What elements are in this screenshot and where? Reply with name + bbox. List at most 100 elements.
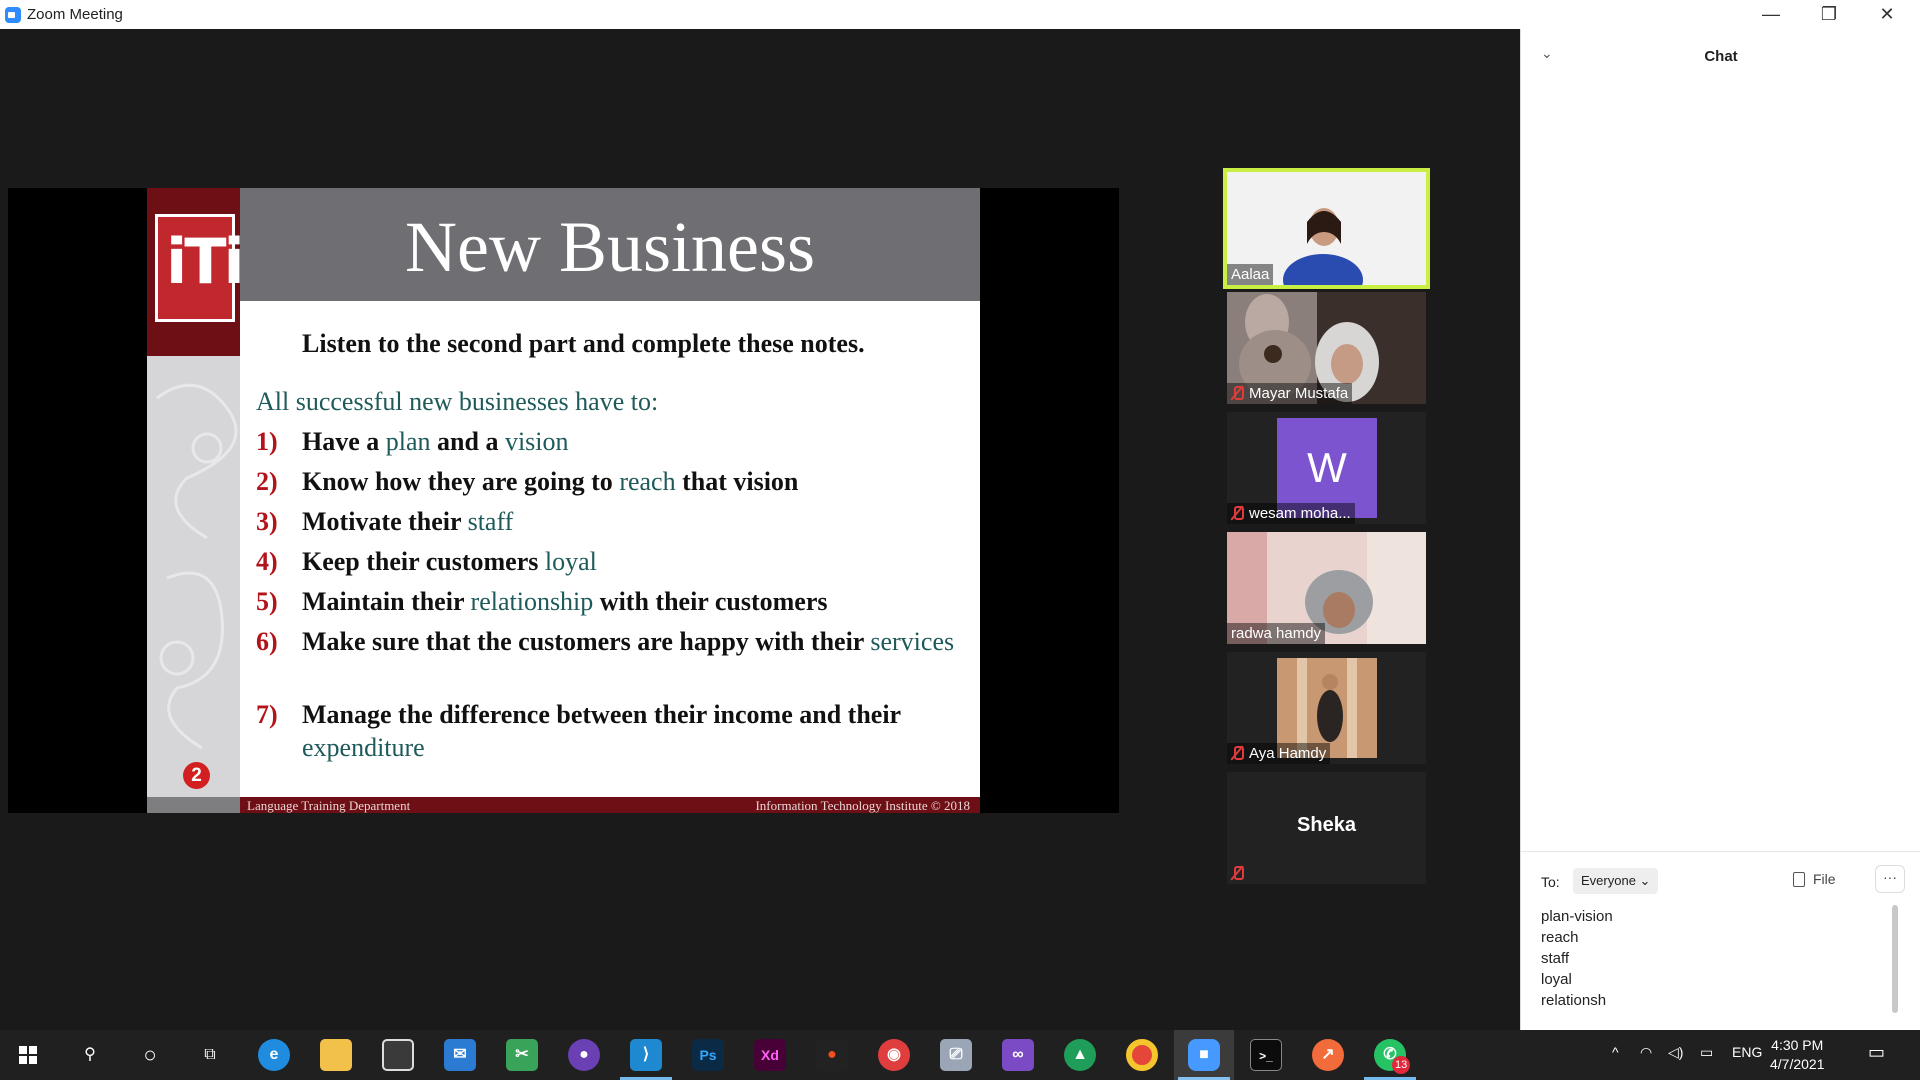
draft-line: reach xyxy=(1541,929,1579,946)
postman-icon[interactable]: ↗ xyxy=(1312,1039,1344,1071)
close-button[interactable]: ✕ xyxy=(1858,0,1916,29)
participant-mute-status xyxy=(1227,863,1253,884)
notifications-icon[interactable]: ▭ xyxy=(1868,1042,1885,1063)
participant-name: Aya Hamdy xyxy=(1227,743,1331,764)
logo-area: iTi xyxy=(147,188,245,356)
note-answer: services xyxy=(870,627,955,656)
task-view-icon[interactable]: ⧉ xyxy=(194,1039,226,1071)
clock[interactable]: 4:30 PM 4/7/2021 xyxy=(1770,1036,1825,1074)
slide-heading: All successful new businesses have to: xyxy=(256,387,659,416)
participant-tile[interactable]: Mayar Mustafa xyxy=(1227,292,1426,404)
adobe-xd-icon[interactable]: Xd xyxy=(754,1039,786,1071)
participant-tile[interactable]: W wesam moha... xyxy=(1227,412,1426,524)
remote-desktop-icon[interactable]: ⎚ xyxy=(940,1039,972,1071)
mail-icon[interactable]: ✉ xyxy=(444,1039,476,1071)
note-answer: vision xyxy=(504,427,569,456)
zoom-rooms-icon[interactable]: ◉ xyxy=(878,1039,910,1071)
note-answer: plan xyxy=(385,427,431,456)
chat-to-label: To: xyxy=(1541,874,1560,890)
footer-left-text: Language Training Department xyxy=(247,798,411,813)
chat-recipient-value: Everyone xyxy=(1581,873,1636,888)
note-text: Know how they are going to xyxy=(302,467,620,496)
notification-badge: 13 xyxy=(1392,1056,1411,1074)
note-answer: reach xyxy=(619,467,676,496)
visual-studio-icon[interactable]: ∞ xyxy=(1002,1039,1034,1071)
logo-text: iTi xyxy=(166,225,245,298)
note-number: 3) xyxy=(256,507,278,536)
participant-name-display: Sheka xyxy=(1297,814,1356,836)
chat-divider xyxy=(1521,851,1920,852)
note-answer: staff xyxy=(467,507,514,536)
note-text: Have a xyxy=(302,427,386,456)
more-options-button[interactable]: ··· xyxy=(1875,865,1905,893)
participant-tile[interactable]: Aya Hamdy xyxy=(1227,652,1426,764)
iti-logo: iTi xyxy=(155,214,245,322)
chat-panel: ⌄ Chat To: Everyone ⌄ File ··· plan-visi… xyxy=(1520,29,1920,1030)
note-text: Manage the difference between their inco… xyxy=(302,700,901,729)
wifi-icon[interactable]: ◠ xyxy=(1640,1044,1652,1061)
restore-button[interactable]: ❐ xyxy=(1800,0,1858,29)
draft-line: staff xyxy=(1541,950,1570,967)
note-text: Motivate their xyxy=(302,507,468,536)
file-explorer-icon[interactable] xyxy=(320,1039,352,1071)
muted-mic-icon xyxy=(1231,506,1244,520)
participant-name-text: Aya Hamdy xyxy=(1249,745,1327,762)
note-text: Maintain their xyxy=(302,587,471,616)
chat-message-input[interactable]: plan-vision reach staff loyal relationsh xyxy=(1541,906,1613,1011)
note-number: 5) xyxy=(256,587,278,616)
participant-name: wesam moha... xyxy=(1227,503,1355,524)
figma-icon[interactable]: ● xyxy=(816,1039,848,1071)
show-hidden-icons-icon[interactable]: ^ xyxy=(1612,1044,1619,1060)
draft-line: relationsh xyxy=(1541,992,1607,1009)
file-icon xyxy=(1793,872,1805,887)
muted-mic-icon xyxy=(1231,746,1244,760)
minimize-button[interactable]: — xyxy=(1742,0,1800,29)
chat-recipient-select[interactable]: Everyone ⌄ xyxy=(1573,868,1659,894)
participant-name-text: Mayar Mustafa xyxy=(1249,385,1349,402)
muted-mic-icon xyxy=(1231,866,1244,880)
search-icon[interactable]: ⚲ xyxy=(74,1039,106,1071)
slide-content: Listen to the second part and complete t… xyxy=(240,301,980,797)
clock-time: 4:30 PM xyxy=(1771,1037,1824,1053)
cortana-icon[interactable]: ○ xyxy=(134,1039,166,1071)
muted-mic-icon xyxy=(1231,386,1244,400)
chat-title: Chat xyxy=(1704,48,1738,65)
git-kraken-icon[interactable]: ▲ xyxy=(1064,1039,1096,1071)
slide-footer: Language Training Department Information… xyxy=(147,797,980,813)
note-answer: relationship xyxy=(470,587,594,616)
participant-name: radwa hamdy xyxy=(1227,623,1326,644)
store-icon[interactable] xyxy=(382,1039,414,1071)
windows-taskbar: ⚲ ○ ⧉ e ✉ ✂ ● ⟩ Ps Xd ● ◉ ⎚ ∞ ▲ ■ >_ ↗ ✆… xyxy=(0,1030,1920,1080)
vscode-icon[interactable]: ⟩ xyxy=(630,1039,662,1071)
language-indicator[interactable]: ENG xyxy=(1732,1044,1762,1060)
volume-icon[interactable]: ◁) xyxy=(1668,1044,1683,1061)
participant-tile[interactable]: radwa hamdy xyxy=(1227,532,1426,644)
footer-right-text: Information Technology Institute © 2018 xyxy=(755,798,970,813)
note-number: 2) xyxy=(256,467,278,496)
participant-name: Aalaa xyxy=(1227,264,1274,285)
draft-line: loyal xyxy=(1541,971,1572,988)
note-number: 7) xyxy=(256,700,278,729)
participant-tile[interactable]: Sheka xyxy=(1227,772,1426,884)
footer-side-block xyxy=(147,797,240,813)
battery-icon[interactable]: ▭ xyxy=(1700,1044,1713,1061)
page-number-badge: 2 xyxy=(183,762,210,789)
edge-icon[interactable]: e xyxy=(258,1039,290,1071)
github-desktop-icon[interactable]: ● xyxy=(568,1039,600,1071)
windows-start-icon[interactable] xyxy=(19,1046,37,1064)
slide-header: New Business xyxy=(240,188,980,301)
slide-intro: Listen to the second part and complete t… xyxy=(302,329,865,358)
note-number: 1) xyxy=(256,427,278,456)
photoshop-icon[interactable]: Ps xyxy=(692,1039,724,1071)
chrome-icon[interactable] xyxy=(1126,1039,1158,1071)
note-text: and a xyxy=(430,427,505,456)
snip-icon[interactable]: ✂ xyxy=(506,1039,538,1071)
chat-scrollbar[interactable] xyxy=(1892,905,1898,1013)
note-number: 6) xyxy=(256,627,278,656)
terminal-icon[interactable]: >_ xyxy=(1250,1039,1282,1071)
note-text: Make sure that the customers are happy w… xyxy=(302,627,871,656)
participant-name-text: wesam moha... xyxy=(1249,505,1351,522)
floral-pattern-icon xyxy=(156,383,238,750)
participant-tile[interactable]: Aalaa xyxy=(1223,168,1430,289)
file-button[interactable]: File xyxy=(1793,871,1836,887)
